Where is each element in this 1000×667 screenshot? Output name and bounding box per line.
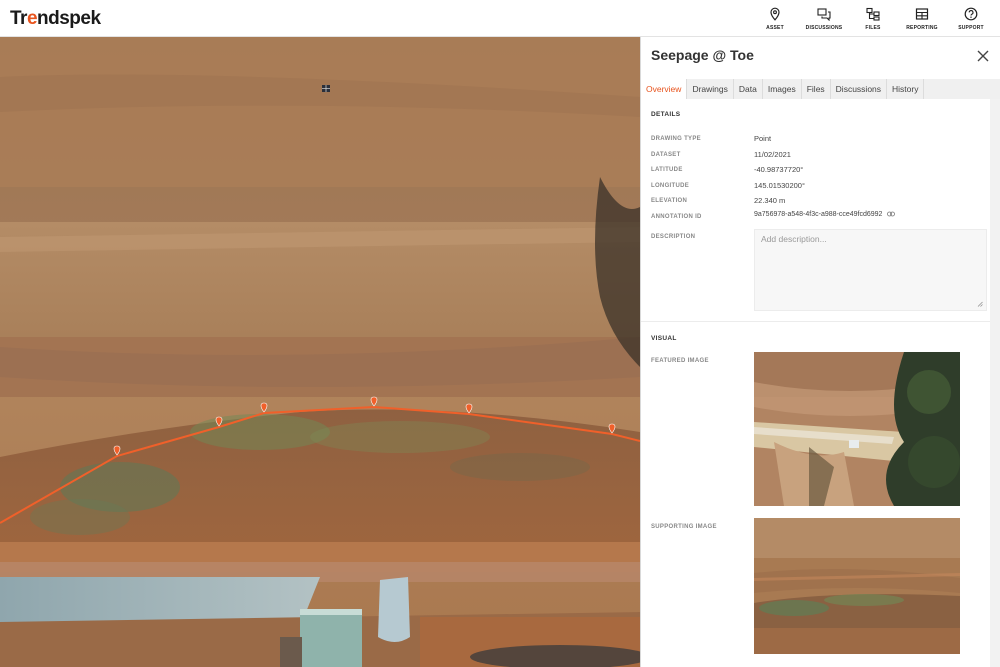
featured-image[interactable] bbox=[754, 352, 960, 506]
details-section: DETAILS DRAWING TYPE Point DATASET 11/02… bbox=[641, 99, 990, 321]
longitude-label: LONGITUDE bbox=[651, 183, 690, 189]
elevation-value: 22.340 m bbox=[754, 196, 786, 205]
aerial-imagery bbox=[0, 37, 640, 667]
copy-link-icon[interactable] bbox=[887, 211, 896, 217]
elevation-label: ELEVATION bbox=[651, 198, 688, 204]
annotation-id-value: 9a756978-a548-4f3c-a988-cce49fcd6992 bbox=[754, 211, 883, 218]
panel-tabs: Overview Drawings Data Images Files Disc… bbox=[641, 79, 1000, 100]
description-input[interactable]: Add description... bbox=[754, 229, 987, 311]
resize-handle-icon[interactable] bbox=[977, 301, 983, 307]
nav-support-label: SUPPORT bbox=[958, 24, 984, 31]
description-placeholder: Add description... bbox=[761, 234, 827, 244]
panel-title: Seepage @ Toe bbox=[651, 47, 754, 63]
tab-history[interactable]: History bbox=[887, 79, 925, 99]
chat-bubbles-icon bbox=[817, 7, 831, 21]
description-label: DESCRIPTION bbox=[651, 234, 696, 240]
nav-asset-label: ASSET bbox=[766, 24, 784, 31]
tab-data[interactable]: Data bbox=[734, 79, 763, 99]
annotation-panel: Seepage @ Toe Overview Drawings Data Ima… bbox=[640, 37, 1000, 667]
supporting-image[interactable] bbox=[754, 518, 960, 654]
supporting-image-thumbnail bbox=[754, 518, 960, 654]
nav-discussions-label: DISCUSSIONS bbox=[805, 24, 843, 31]
tab-images[interactable]: Images bbox=[763, 79, 802, 99]
table-grid-icon bbox=[915, 7, 929, 20]
nav-reporting-label: REPORTING bbox=[906, 24, 938, 31]
nav-reporting[interactable]: REPORTING bbox=[896, 0, 948, 37]
dataset-value: 11/02/2021 bbox=[754, 150, 791, 159]
latitude-label: LATITUDE bbox=[651, 167, 683, 173]
trendspek-logo[interactable]: Trendspek bbox=[10, 8, 101, 30]
aerial-map-view[interactable] bbox=[0, 37, 640, 667]
annotation-id-label: ANNOTATION ID bbox=[651, 214, 702, 220]
supporting-image-label: SUPPORTING IMAGE bbox=[651, 524, 717, 530]
building-roof bbox=[300, 609, 362, 667]
nav-files-label: FILES bbox=[865, 24, 881, 31]
visual-section: VISUAL FEATURED IMAGE SUPPORTING IMAGE bbox=[641, 321, 990, 667]
visual-heading: VISUAL bbox=[651, 335, 677, 342]
tab-overview[interactable]: Overview bbox=[641, 79, 688, 99]
featured-image-thumbnail bbox=[754, 352, 960, 506]
panel-content[interactable]: DETAILS DRAWING TYPE Point DATASET 11/02… bbox=[641, 99, 1000, 667]
nav-discussions[interactable]: DISCUSSIONS bbox=[798, 0, 850, 37]
dataset-label: DATASET bbox=[651, 152, 681, 158]
latitude-value: -40.98737720° bbox=[754, 165, 804, 174]
top-nav: ASSET DISCUSSIONS FILES REPORTING SUPPOR… bbox=[752, 0, 994, 37]
close-icon[interactable] bbox=[976, 49, 990, 63]
details-heading: DETAILS bbox=[651, 111, 681, 118]
nav-support[interactable]: SUPPORT bbox=[948, 0, 994, 37]
panel-scrollbar[interactable] bbox=[990, 99, 1000, 667]
drawing-type-value: Point bbox=[754, 134, 772, 143]
tab-discussions[interactable]: Discussions bbox=[831, 79, 888, 99]
drawing-type-label: DRAWING TYPE bbox=[651, 136, 701, 142]
tab-files[interactable]: Files bbox=[802, 79, 831, 99]
top-bar: Trendspek ASSET DISCUSSIONS FILES REPORT… bbox=[0, 0, 1000, 37]
tab-drawings[interactable]: Drawings bbox=[687, 79, 734, 99]
folder-tree-icon bbox=[866, 7, 880, 21]
nav-asset[interactable]: ASSET bbox=[752, 0, 798, 37]
nav-files[interactable]: FILES bbox=[850, 0, 896, 37]
map-pin-icon bbox=[770, 7, 780, 21]
annotation-id-row: 9a756978-a548-4f3c-a988-cce49fcd6992 bbox=[754, 211, 896, 218]
help-circle-icon bbox=[964, 7, 978, 20]
longitude-value: 145.01530200° bbox=[754, 181, 805, 190]
featured-image-label: FEATURED IMAGE bbox=[651, 358, 709, 364]
